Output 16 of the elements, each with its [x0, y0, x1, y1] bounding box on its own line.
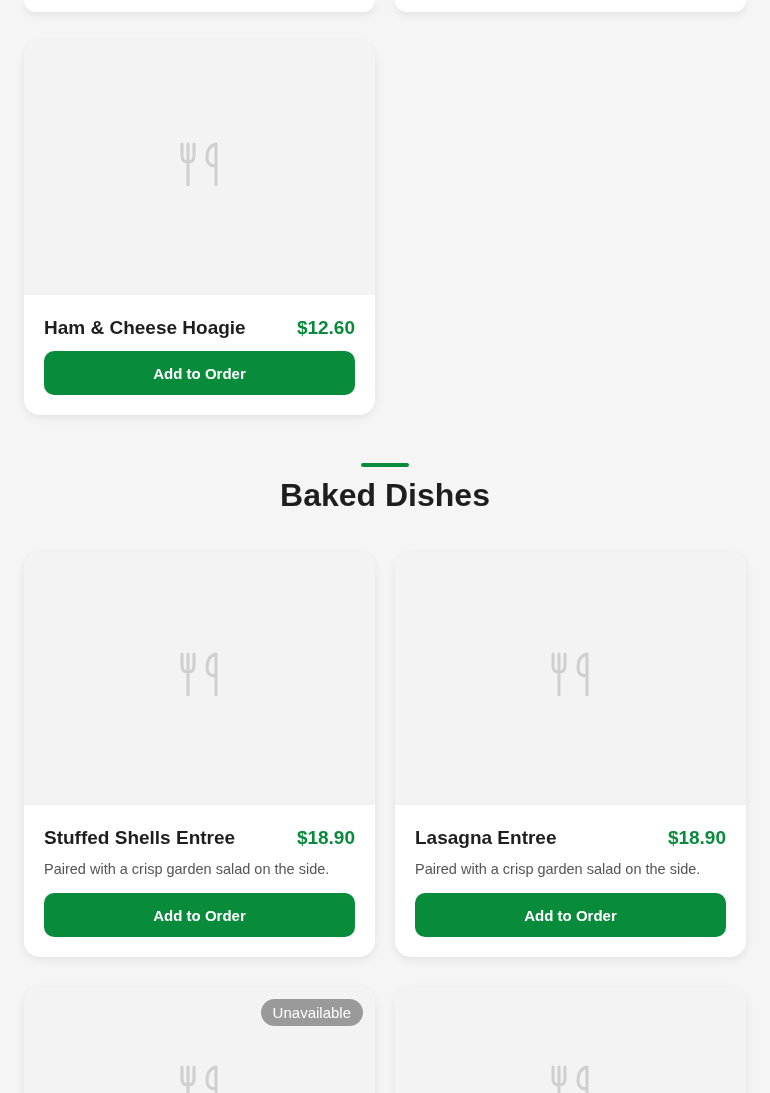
utensils-icon [179, 141, 220, 186]
add-to-order-button[interactable]: Add to Order [44, 893, 355, 937]
utensils-icon [179, 651, 220, 696]
add-to-order-button[interactable]: Add to Order [415, 893, 726, 937]
item-description: Paired with a crisp garden salad on the side. [44, 861, 331, 877]
utensils-icon [550, 651, 591, 696]
item-name: Ham & Cheese Hoagie [44, 317, 246, 339]
item-price: $18.90 [667, 827, 726, 849]
add-to-order-button[interactable]: Add to Order [44, 351, 355, 395]
item-name: Stuffed Shells Entree [44, 827, 236, 849]
item-description: Paired with a crisp garden salad on the side. [415, 861, 702, 877]
section-title: Baked Dishes [280, 477, 490, 514]
unavailable-badge: Unavailable [260, 999, 363, 1026]
item-price: $18.90 [296, 827, 355, 849]
item-price: $12.60 [296, 317, 355, 339]
item-name: Lasagna Entree [415, 827, 557, 849]
